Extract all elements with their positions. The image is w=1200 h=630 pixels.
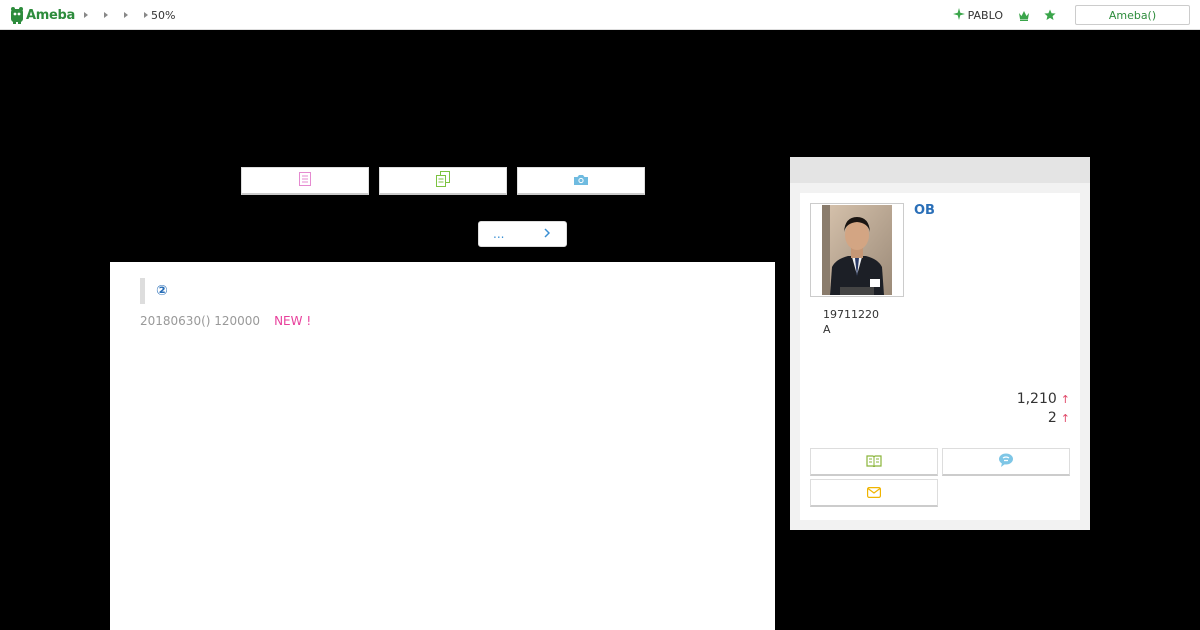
entries-list-button[interactable] — [241, 167, 369, 195]
ranking-value: 1,210 — [1016, 391, 1057, 407]
profile-name[interactable]: OB — [914, 203, 935, 218]
ranking-stat: 1,210 ↑ — [1017, 391, 1070, 407]
mail-icon — [867, 483, 882, 502]
caret-right-icon — [84, 12, 88, 18]
profile-photo-frame[interactable] — [810, 203, 904, 297]
crown-icon — [1018, 6, 1030, 25]
photo-list-button[interactable] — [517, 167, 645, 195]
chevron-right-icon — [544, 227, 551, 241]
sidebar-header — [790, 157, 1090, 183]
profile-sidebar: OB 19711220 A 1,210 ↑ 2 ↑ — [790, 157, 1090, 530]
entry-date: 20180630() 120000 — [140, 314, 261, 328]
genre-ranking-value: 2 — [1047, 410, 1057, 426]
caret-right-icon — [144, 12, 148, 18]
profile-blood-type: A — [823, 323, 831, 336]
breadcrumb-item[interactable] — [124, 8, 144, 22]
crown-button[interactable] — [1011, 0, 1037, 30]
profile-info: 19711220 A — [823, 307, 879, 337]
profile-birthdate: 19711220 — [823, 308, 879, 321]
breadcrumb-zoom[interactable]: 50% — [144, 8, 175, 22]
header-actions: PABLO Ameba() — [952, 0, 1200, 30]
breadcrumb-item[interactable] — [84, 8, 104, 22]
logo-text: Ameba — [26, 7, 76, 23]
ameba-logo-icon — [10, 6, 24, 24]
camera-icon — [573, 171, 589, 190]
profile-photo — [822, 205, 892, 295]
caret-right-icon — [104, 12, 108, 18]
caret-right-icon — [124, 12, 128, 18]
pablo-link[interactable]: PABLO — [952, 7, 1003, 23]
favorite-button[interactable] — [1037, 0, 1063, 30]
next-page-button[interactable]: ... — [478, 221, 567, 247]
reader-button[interactable] — [810, 448, 938, 476]
copy-icon — [436, 170, 450, 191]
entry-meta: 20180630() 120000 NEW ! — [140, 314, 311, 328]
entry-title[interactable]: ② — [140, 278, 168, 304]
mail-button[interactable] — [810, 479, 938, 507]
entry-panel: ② 20180630() 120000 NEW ! — [110, 262, 775, 630]
zoom-label: 50% — [151, 8, 176, 22]
chat-icon — [998, 452, 1014, 471]
arrow-up-icon: ↑ — [1060, 411, 1070, 425]
profile-card: OB 19711220 A 1,210 ↑ 2 ↑ — [800, 193, 1080, 520]
top-bar: Ameba 50% PABLO Ameba() — [0, 0, 1200, 30]
message-button[interactable] — [942, 448, 1070, 476]
document-icon — [299, 171, 311, 190]
ameba-logo[interactable]: Ameba — [10, 5, 75, 25]
book-icon — [866, 452, 882, 471]
login-button[interactable]: Ameba() — [1075, 5, 1190, 25]
theme-list-button[interactable] — [379, 167, 507, 195]
breadcrumb-item[interactable] — [104, 8, 124, 22]
new-badge: NEW ! — [274, 314, 312, 328]
genre-ranking-stat: 2 ↑ — [1048, 410, 1070, 426]
pablo-label: PABLO — [967, 8, 1003, 22]
sparkle-icon — [952, 7, 965, 23]
breadcrumb: 50% — [84, 8, 175, 22]
arrow-up-icon: ↑ — [1060, 392, 1070, 406]
star-icon — [1044, 6, 1056, 25]
more-label: ... — [493, 227, 505, 241]
